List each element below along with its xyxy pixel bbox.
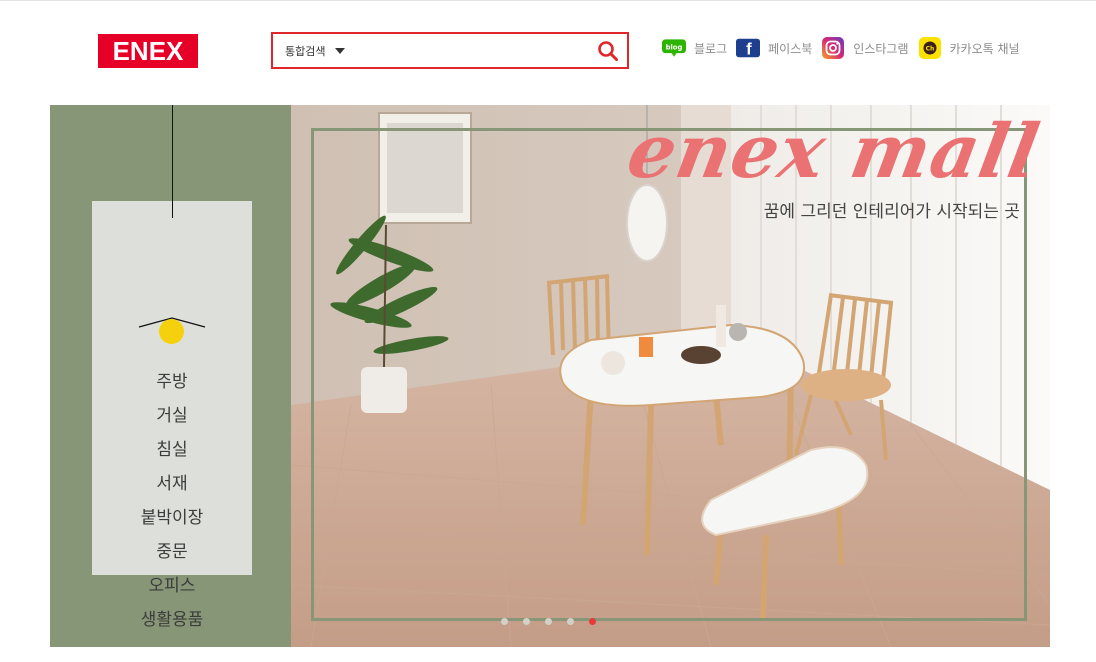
social-link-instagram[interactable]: 인스타그램 bbox=[821, 37, 909, 59]
social-label: 페이스북 bbox=[768, 41, 813, 56]
svg-text:f: f bbox=[746, 39, 752, 58]
lamp-cord bbox=[172, 105, 173, 218]
search-category-label: 통합검색 bbox=[285, 44, 326, 58]
search-input[interactable] bbox=[369, 39, 583, 64]
social-links: blog 블로그 f 페이스북 인스타그램 Ch 카카오톡 채널 bbox=[662, 37, 1020, 59]
slide-dot-5[interactable] bbox=[589, 618, 596, 625]
slide-dot-4[interactable] bbox=[567, 618, 574, 625]
enex-logo[interactable]: ENEX bbox=[98, 34, 198, 68]
social-label: 인스타그램 bbox=[853, 41, 909, 56]
search-icon bbox=[598, 41, 618, 61]
slide-dot-3[interactable] bbox=[545, 618, 552, 625]
caret-down-icon bbox=[335, 47, 346, 54]
lamp-bulb-icon bbox=[159, 319, 184, 344]
social-label: 블로그 bbox=[694, 41, 728, 56]
category-item-kitchen[interactable]: 주방 bbox=[92, 365, 252, 399]
category-item-office[interactable]: 오피스 bbox=[92, 569, 252, 603]
search-bar: 통합검색 bbox=[271, 32, 629, 69]
search-button[interactable] bbox=[597, 40, 619, 62]
category-item-living-room[interactable]: 거실 bbox=[92, 399, 252, 433]
svg-text:ENEX: ENEX bbox=[113, 36, 184, 66]
category-item-study[interactable]: 서재 bbox=[92, 467, 252, 501]
kakao-channel-icon: Ch bbox=[918, 37, 942, 59]
facebook-icon: f bbox=[736, 37, 761, 59]
logo-mark: ENEX bbox=[98, 34, 198, 68]
category-list: 주방 거실 침실 서재 붙박이장 중문 오피스 생활용품 bbox=[92, 365, 252, 637]
instagram-icon bbox=[821, 37, 845, 59]
blog-icon: blog bbox=[662, 37, 686, 59]
main-banner[interactable]: enex mall 꿈에 그리던 인테리어가 시작되는 곳 bbox=[291, 105, 1050, 647]
top-divider bbox=[0, 0, 1096, 1]
banner-subtitle: 꿈에 그리던 인테리어가 시작되는 곳 bbox=[763, 202, 1020, 222]
category-item-built-in-closet[interactable]: 붙박이장 bbox=[92, 501, 252, 535]
svg-text:Ch: Ch bbox=[925, 46, 934, 53]
category-item-middle-door[interactable]: 중문 bbox=[92, 535, 252, 569]
svg-text:blog: blog bbox=[666, 44, 683, 52]
category-panel: 주방 거실 침실 서재 붙박이장 중문 오피스 생활용품 bbox=[50, 105, 291, 647]
category-item-living-goods[interactable]: 생활용품 bbox=[92, 603, 252, 637]
category-card: 주방 거실 침실 서재 붙박이장 중문 오피스 생활용품 bbox=[92, 201, 252, 630]
social-link-blog[interactable]: blog 블로그 bbox=[662, 37, 727, 59]
search-category-select[interactable]: 통합검색 bbox=[285, 34, 346, 67]
banner-title: enex mall bbox=[621, 109, 1046, 195]
slide-dot-2[interactable] bbox=[523, 618, 530, 625]
social-link-facebook[interactable]: f 페이스북 bbox=[736, 37, 812, 59]
social-label: 카카오톡 채널 bbox=[949, 41, 1020, 56]
slide-indicator bbox=[501, 618, 611, 625]
category-item-bedroom[interactable]: 침실 bbox=[92, 433, 252, 467]
slide-dot-1[interactable] bbox=[501, 618, 508, 625]
social-link-kakao-channel[interactable]: Ch 카카오톡 채널 bbox=[918, 37, 1020, 59]
